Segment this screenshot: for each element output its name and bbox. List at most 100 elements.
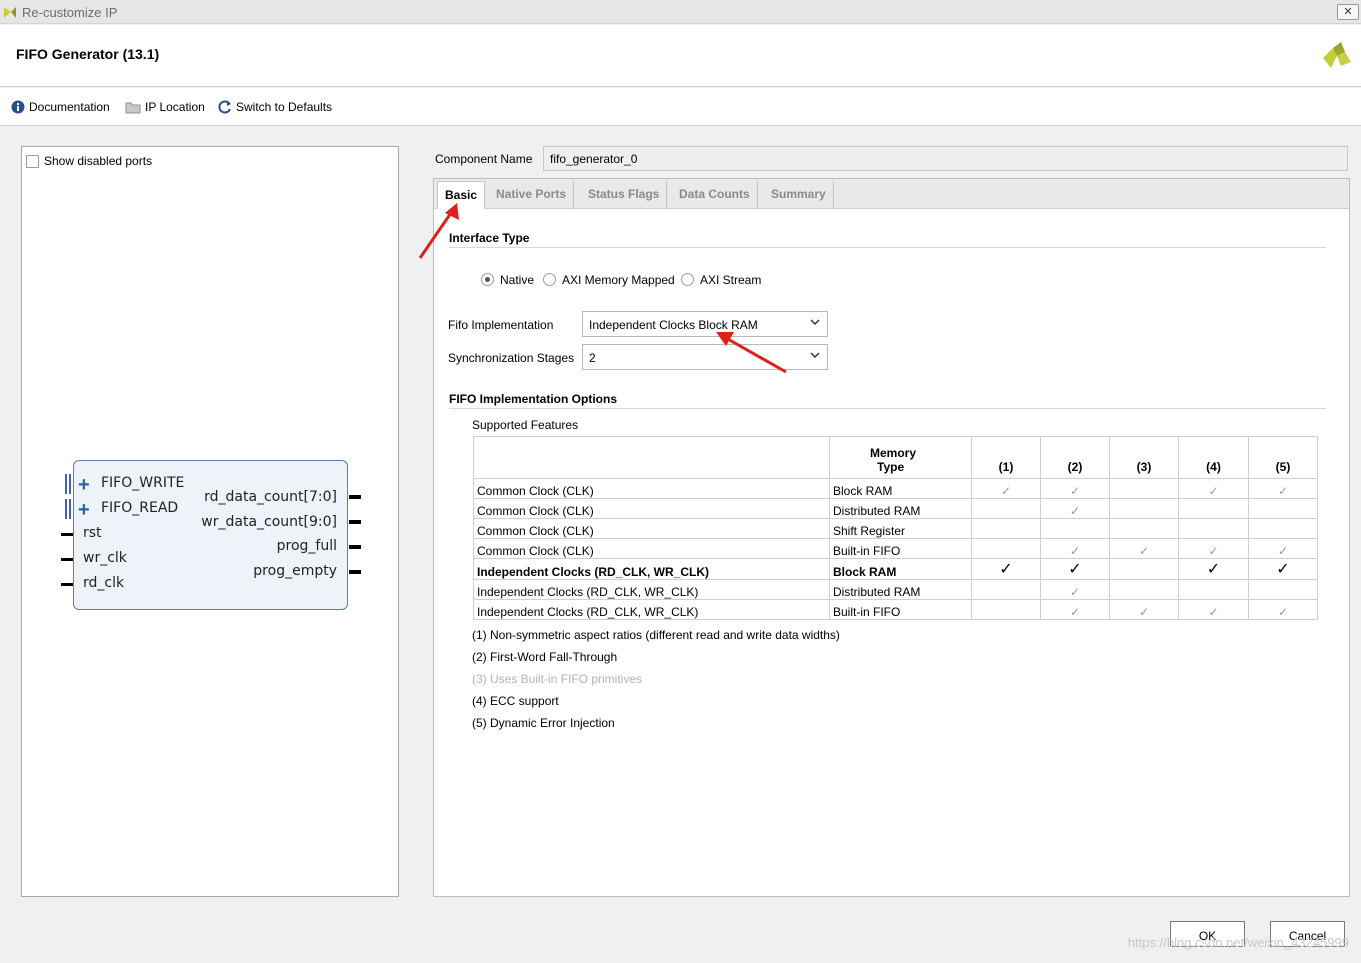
- memory-header-line1: Memory: [870, 446, 917, 460]
- feature-cell: [1109, 498, 1179, 519]
- window-titlebar: Re-customize IP ✕: [0, 0, 1361, 24]
- documentation-label: Documentation: [29, 100, 110, 114]
- port-fifo-write[interactable]: FIFO_WRITE: [101, 475, 184, 491]
- port-wr-clk[interactable]: wr_clk: [83, 550, 127, 566]
- port-rd-clk[interactable]: rd_clk: [83, 575, 124, 591]
- port-fifo-read[interactable]: FIFO_READ: [101, 500, 178, 516]
- memory-type-cell: Shift Register: [829, 518, 972, 539]
- port-pin: [61, 583, 73, 586]
- memory-type-cell: Block RAM: [829, 478, 972, 499]
- port-prog-empty[interactable]: prog_empty: [253, 563, 337, 579]
- radio-axi-stream-label: AXI Stream: [700, 273, 762, 287]
- supported-features-label: Supported Features: [472, 418, 579, 432]
- check-mark-icon: ✓: [1040, 498, 1110, 519]
- feature-cell: [1040, 518, 1110, 539]
- tab-status-flags[interactable]: Status Flags: [581, 181, 668, 209]
- documentation-button[interactable]: Documentation: [11, 99, 110, 115]
- check-mark-icon: ✓: [1040, 538, 1110, 559]
- port-wr-data-count[interactable]: wr_data_count[9:0]: [201, 514, 337, 530]
- supported-features-table: Memory Type (1) (2) (3) (4) (5) Common C…: [473, 436, 1318, 620]
- table-row: Independent Clocks (RD_CLK, WR_CLK) Distr…: [473, 579, 1318, 600]
- table-header-col: (4): [1178, 436, 1249, 479]
- tab-summary[interactable]: Summary: [764, 181, 834, 209]
- check-mark-icon: ✓: [1178, 538, 1249, 559]
- clock-cell: Independent Clocks (RD_CLK, WR_CLK): [473, 599, 830, 620]
- table-row: Independent Clocks (RD_CLK, WR_CLK) Block…: [473, 558, 1318, 580]
- port-rd-data-count[interactable]: rd_data_count[7:0]: [204, 489, 337, 505]
- close-window-button[interactable]: ✕: [1337, 4, 1359, 20]
- xilinx-logo-icon: [1323, 42, 1351, 68]
- table-row: Independent Clocks (RD_CLK, WR_CLK) Built…: [473, 599, 1318, 620]
- feature-note: (5) Dynamic Error Injection: [472, 716, 615, 730]
- component-name-field[interactable]: fifo_generator_0: [543, 146, 1348, 171]
- check-mark-icon: ✓: [1040, 599, 1110, 620]
- window-title: Re-customize IP: [22, 5, 118, 20]
- table-row: Common Clock (CLK) Distributed RAM ✓: [473, 498, 1318, 519]
- chevron-down-icon: [810, 352, 820, 359]
- show-disabled-ports-checkbox[interactable]: [26, 155, 39, 168]
- table-header-col: (2): [1040, 436, 1110, 479]
- port-pin: [349, 520, 361, 524]
- memory-type-cell: Block RAM: [829, 558, 972, 580]
- check-mark-icon: ✓: [1248, 538, 1318, 559]
- check-mark-icon: ✓: [1178, 599, 1249, 620]
- port-pin: [61, 533, 73, 536]
- section-divider: [449, 247, 1326, 248]
- clock-cell: Common Clock (CLK): [473, 518, 830, 539]
- feature-cell: [971, 498, 1041, 519]
- info-icon: [11, 100, 25, 114]
- feature-cell: [1248, 518, 1318, 539]
- switch-to-defaults-button[interactable]: Switch to Defaults: [218, 99, 332, 115]
- chevron-down-icon: [810, 319, 820, 326]
- feature-cell: [1109, 558, 1179, 580]
- feature-cell: [1178, 518, 1249, 539]
- check-mark-icon: ✓: [971, 558, 1041, 580]
- toolbar: Documentation IP Location Switch to Defa…: [0, 88, 1361, 126]
- check-mark-icon: ✓: [1248, 599, 1318, 620]
- feature-cell: [1178, 498, 1249, 519]
- port-pin: [349, 495, 361, 499]
- feature-cell: [1248, 579, 1318, 600]
- refresh-icon: [218, 100, 231, 114]
- feature-cell: [1109, 579, 1179, 600]
- feature-cell: [1178, 579, 1249, 600]
- port-prog-full[interactable]: prog_full: [277, 538, 337, 554]
- check-mark-icon: ✓: [1109, 538, 1179, 559]
- radio-native[interactable]: [481, 273, 494, 286]
- feature-note: (2) First-Word Fall-Through: [472, 650, 618, 664]
- feature-cell: [1109, 478, 1179, 499]
- table-header-col: (5): [1248, 436, 1318, 479]
- port-rst[interactable]: rst: [83, 525, 102, 541]
- expand-plus-icon[interactable]: +: [78, 500, 90, 520]
- clock-cell: Independent Clocks (RD_CLK, WR_CLK): [473, 579, 830, 600]
- dialog-header: FIFO Generator (13.1): [0, 25, 1361, 87]
- radio-axi-stream[interactable]: [681, 273, 694, 286]
- check-mark-icon: ✓: [971, 478, 1041, 499]
- expand-plus-icon[interactable]: +: [78, 475, 90, 495]
- feature-cell: [971, 518, 1041, 539]
- memory-type-cell: Distributed RAM: [829, 579, 972, 600]
- table-header-memory-type: Memory Type: [829, 436, 972, 479]
- bus-connector: [69, 499, 71, 519]
- watermark: https://blog.csdn.net/weixin_43245999: [1127, 935, 1349, 950]
- ip-symbol-panel: Show disabled ports + FIFO_WRITE + FIFO_…: [21, 146, 399, 897]
- dialog-title: FIFO Generator (13.1): [16, 46, 160, 62]
- vivado-logo-icon: [4, 7, 16, 18]
- ip-location-button[interactable]: IP Location: [125, 99, 205, 115]
- check-mark-icon: ✓: [1178, 558, 1249, 580]
- table-row: Common Clock (CLK) Shift Register: [473, 518, 1318, 539]
- tab-native-ports[interactable]: Native Ports: [489, 181, 575, 209]
- bus-connector: [69, 474, 71, 494]
- tab-data-counts[interactable]: Data Counts: [672, 181, 758, 209]
- bus-connector: [65, 474, 67, 494]
- bus-connector: [65, 499, 67, 519]
- ip-location-label: IP Location: [145, 100, 205, 114]
- annotation-arrow-icon: [418, 203, 459, 259]
- section-divider: [449, 408, 1326, 409]
- feature-cell: [971, 599, 1041, 620]
- radio-axi-memory-mapped[interactable]: [543, 273, 556, 286]
- feature-cell: [971, 538, 1041, 559]
- table-row: Common Clock (CLK) Built-in FIFO ✓ ✓ ✓ ✓: [473, 538, 1318, 559]
- folder-icon: [125, 102, 141, 114]
- memory-type-cell: Built-in FIFO: [829, 599, 972, 620]
